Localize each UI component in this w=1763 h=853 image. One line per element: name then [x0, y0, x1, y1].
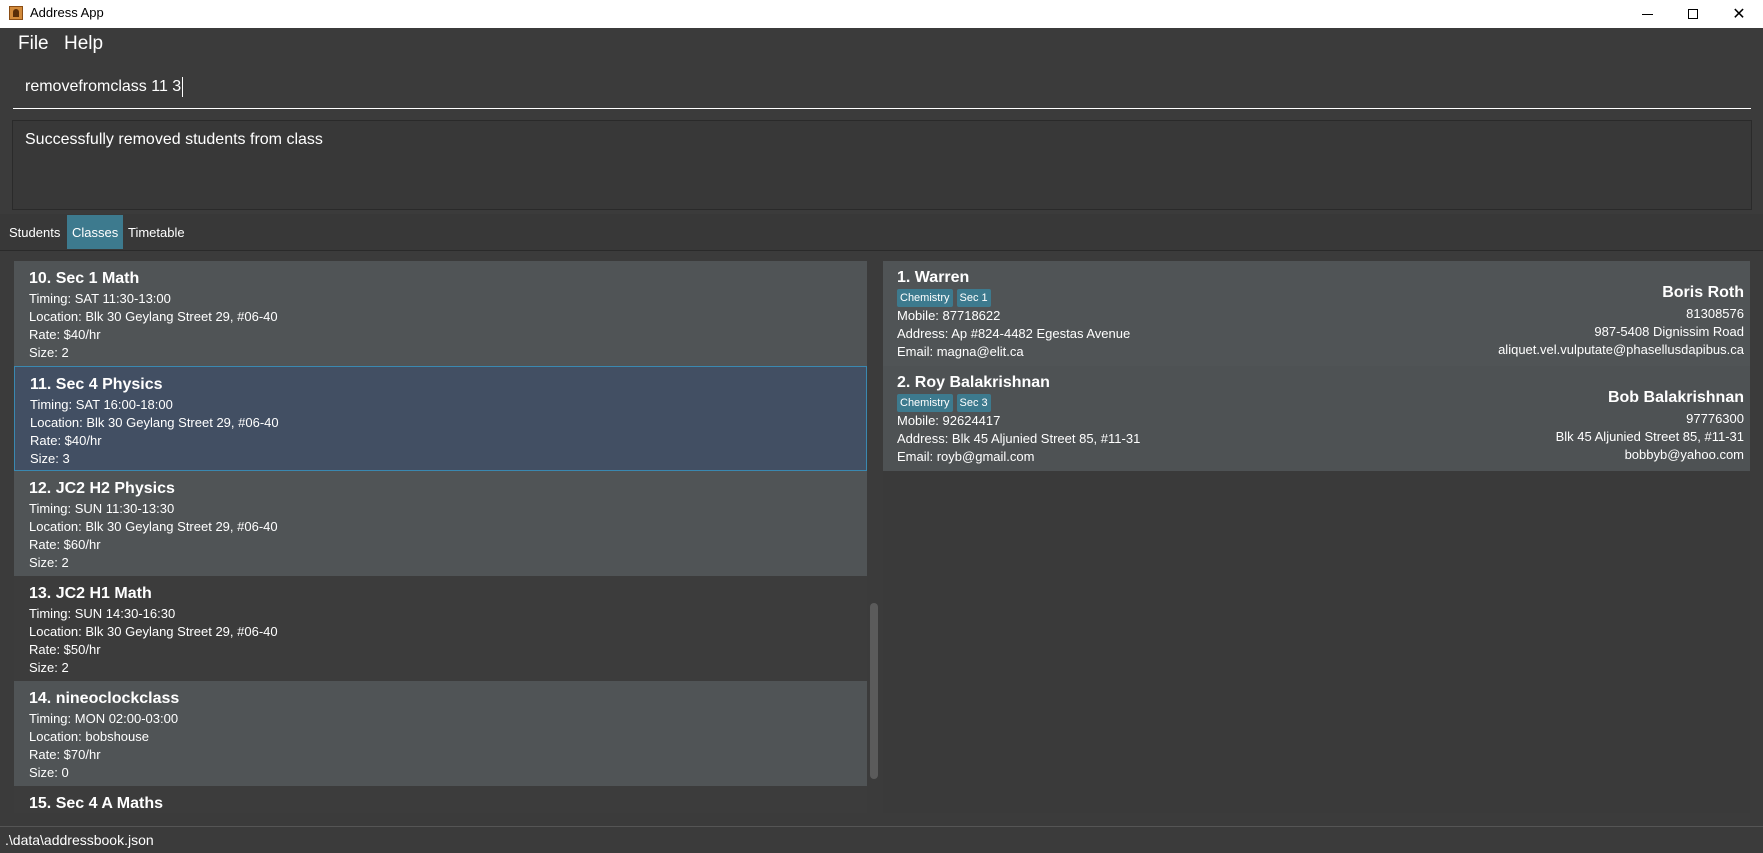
- command-text: removefromclass 11 3: [25, 77, 184, 97]
- tag-list: Chemistry Sec 3: [897, 394, 991, 412]
- class-size: Size: 0: [29, 765, 69, 780]
- class-title: 12. JC2 H2 Physics: [29, 480, 175, 497]
- maximize-button[interactable]: [1670, 0, 1716, 28]
- maximize-icon: [1688, 9, 1698, 19]
- class-card[interactable]: 12. JC2 H2 Physics Timing: SUN 11:30-13:…: [14, 471, 867, 576]
- tag-list: Chemistry Sec 1: [897, 289, 991, 307]
- parent-phone: 97776300: [1686, 411, 1744, 426]
- class-timing: Timing: MON 02:00-03:00: [29, 711, 179, 726]
- window-title: Address App: [30, 5, 104, 20]
- result-display: Successfully removed students from class: [12, 120, 1752, 210]
- student-name: 2. Roy Balakrishnan: [897, 374, 1050, 391]
- student-email: Email: magna@elit.ca: [897, 344, 1024, 359]
- class-rate: Rate: $70/hr: [29, 747, 101, 762]
- student-mobile: Mobile: 87718622: [897, 308, 1001, 323]
- title-bar: Address App ✕: [0, 0, 1763, 28]
- student-name: 1. Warren: [897, 269, 970, 286]
- class-title: 15. Sec 4 A Maths: [29, 795, 163, 812]
- class-rate: Rate: $50/hr: [29, 642, 101, 657]
- class-size: Size: 3: [30, 451, 70, 466]
- class-title: 11. Sec 4 Physics: [30, 376, 163, 393]
- class-card[interactable]: 15. Sec 4 A Maths: [14, 786, 867, 813]
- scroll-thumb[interactable]: [870, 603, 878, 779]
- save-location: .\data\addressbook.json: [5, 832, 154, 848]
- class-title: 14. nineoclockclass: [29, 690, 180, 707]
- parent-phone: 81308576: [1686, 306, 1744, 321]
- close-button[interactable]: ✕: [1716, 0, 1762, 28]
- tab-timetable[interactable]: Timetable: [123, 215, 190, 249]
- class-size: Size: 2: [29, 660, 69, 675]
- menu-file[interactable]: File: [18, 33, 49, 55]
- result-message: Successfully removed students from class: [25, 131, 323, 148]
- student-address: Address: Blk 45 Aljunied Street 85, #11-…: [897, 431, 1141, 446]
- class-title: 10. Sec 1 Math: [29, 270, 140, 287]
- command-input[interactable]: removefromclass 11 3: [13, 66, 1751, 109]
- class-list[interactable]: 10. Sec 1 Math Timing: SAT 11:30-13:00 L…: [14, 261, 867, 813]
- class-card[interactable]: 13. JC2 H1 Math Timing: SUN 14:30-16:30 …: [14, 576, 867, 681]
- status-bar: .\data\addressbook.json: [0, 826, 1763, 853]
- student-address: Address: Ap #824-4482 Egestas Avenue: [897, 326, 1131, 341]
- class-location: Location: Blk 30 Geylang Street 29, #06-…: [30, 415, 279, 430]
- parent-name: Boris Roth: [1662, 284, 1744, 301]
- class-timing: Timing: SAT 11:30-13:00: [29, 291, 171, 306]
- student-card[interactable]: 2. Roy Balakrishnan Chemistry Sec 3 Mobi…: [883, 366, 1750, 471]
- parent-email: bobbyb@yahoo.com: [1624, 447, 1744, 462]
- parent-email: aliquet.vel.vulputate@phasellusdapibus.c…: [1498, 342, 1744, 357]
- tab-classes[interactable]: Classes: [67, 215, 124, 249]
- class-card-selected[interactable]: 11. Sec 4 Physics Timing: SAT 16:00-18:0…: [14, 366, 867, 471]
- close-icon: ✕: [1732, 4, 1746, 23]
- class-list-scrollbar[interactable]: [869, 261, 879, 813]
- student-card[interactable]: 1. Warren Chemistry Sec 1 Mobile: 877186…: [883, 261, 1750, 366]
- tag: Chemistry: [897, 289, 953, 307]
- tag: Sec 1: [956, 289, 991, 307]
- app-icon: [9, 6, 23, 20]
- class-title: 13. JC2 H1 Math: [29, 585, 152, 602]
- minimize-button[interactable]: [1624, 0, 1670, 28]
- class-location: Location: bobshouse: [29, 729, 149, 744]
- command-value: removefromclass 11 3: [25, 78, 182, 96]
- tag: Sec 3: [956, 394, 991, 412]
- class-card[interactable]: 10. Sec 1 Math Timing: SAT 11:30-13:00 L…: [14, 261, 867, 366]
- class-size: Size: 2: [29, 345, 69, 360]
- student-list[interactable]: 1. Warren Chemistry Sec 1 Mobile: 877186…: [883, 261, 1750, 813]
- menu-help[interactable]: Help: [64, 33, 103, 55]
- minimize-icon: [1641, 13, 1653, 15]
- class-timing: Timing: SUN 11:30-13:30: [29, 501, 175, 516]
- class-location: Location: Blk 30 Geylang Street 29, #06-…: [29, 519, 278, 534]
- parent-name: Bob Balakrishnan: [1607, 389, 1744, 406]
- tag: Chemistry: [897, 394, 953, 412]
- tab-bar: Students Classes Timetable: [0, 214, 1763, 251]
- class-card[interactable]: 14. nineoclockclass Timing: MON 02:00-03…: [14, 681, 867, 786]
- class-rate: Rate: $60/hr: [29, 537, 101, 552]
- text-caret: [182, 77, 184, 97]
- parent-address: 987-5408 Dignissim Road: [1594, 324, 1744, 339]
- class-rate: Rate: $40/hr: [29, 327, 101, 342]
- class-size: Size: 2: [29, 555, 69, 570]
- student-email: Email: royb@gmail.com: [897, 449, 1035, 464]
- parent-address: Blk 45 Aljunied Street 85, #11-31: [1555, 429, 1744, 444]
- class-rate: Rate: $40/hr: [30, 433, 102, 448]
- student-mobile: Mobile: 92624417: [897, 413, 1001, 428]
- menu-bar: File Help: [0, 28, 1763, 64]
- tab-students[interactable]: Students: [4, 215, 65, 249]
- class-timing: Timing: SUN 14:30-16:30: [29, 606, 176, 621]
- class-location: Location: Blk 30 Geylang Street 29, #06-…: [29, 309, 278, 324]
- class-location: Location: Blk 30 Geylang Street 29, #06-…: [29, 624, 278, 639]
- class-timing: Timing: SAT 16:00-18:00: [30, 397, 173, 412]
